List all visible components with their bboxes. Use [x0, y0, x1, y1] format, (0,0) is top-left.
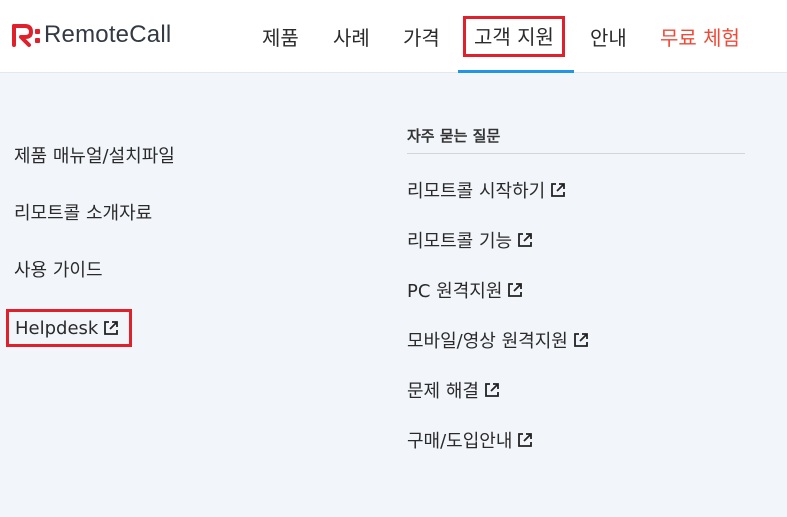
- faq-item-label: PC 원격지원: [407, 281, 503, 302]
- nav-customer-support-label: 고객 지원: [463, 16, 565, 57]
- logo-text: RemoteCall: [44, 21, 172, 48]
- faq-item-pc-remote-support[interactable]: PC 원격지원: [407, 277, 524, 303]
- external-link-icon: [483, 381, 501, 399]
- remotecall-logo-icon: [12, 22, 42, 48]
- faq-item-mobile-video-support[interactable]: 모바일/영상 원격지원: [407, 327, 590, 353]
- menu-item-manuals[interactable]: 제품 매뉴얼/설치파일: [14, 142, 175, 168]
- nav-cases-label: 사례: [333, 26, 370, 50]
- active-nav-underline: [458, 70, 574, 73]
- faq-item-label: 문제 해결: [407, 381, 479, 402]
- nav-free-trial[interactable]: 무료 체험: [660, 0, 740, 73]
- faq-item-label: 구매/도입안내: [407, 431, 513, 452]
- nav-guide-label: 안내: [590, 26, 627, 50]
- nav-products[interactable]: 제품: [262, 0, 299, 73]
- faq-item-purchase-guide[interactable]: 구매/도입안내: [407, 427, 534, 453]
- nav-pricing[interactable]: 가격: [403, 0, 440, 73]
- nav-pricing-label: 가격: [403, 26, 440, 50]
- external-link-icon: [549, 181, 567, 199]
- nav-products-label: 제품: [262, 26, 299, 50]
- menu-item-helpdesk-label: Helpdesk: [15, 317, 99, 339]
- nav-free-trial-label: 무료 체험: [660, 26, 740, 50]
- nav-customer-support[interactable]: 고객 지원: [463, 0, 565, 73]
- faq-item-label: 리모트콜 시작하기: [407, 181, 546, 202]
- faq-item-getting-started[interactable]: 리모트콜 시작하기: [407, 177, 567, 203]
- menu-item-helpdesk[interactable]: Helpdesk: [6, 309, 132, 347]
- faq-divider: [407, 153, 745, 154]
- remotecall-logo[interactable]: RemoteCall: [12, 20, 171, 50]
- faq-item-label: 리모트콜 기능: [407, 231, 513, 252]
- menu-item-user-guide[interactable]: 사용 가이드: [14, 256, 103, 282]
- external-link-icon: [516, 231, 534, 249]
- site-header: RemoteCall 제품 사례 가격 고객 지원 안내 무료 체험: [0, 0, 787, 73]
- nav-cases[interactable]: 사례: [333, 0, 370, 73]
- external-link-icon: [506, 281, 524, 299]
- faq-item-label: 모바일/영상 원격지원: [407, 331, 568, 352]
- faq-section-title: 자주 묻는 질문: [407, 127, 501, 145]
- menu-item-brochures[interactable]: 리모트콜 소개자료: [14, 199, 152, 225]
- external-link-icon: [102, 319, 120, 337]
- external-link-icon: [516, 431, 534, 449]
- faq-item-troubleshooting[interactable]: 문제 해결: [407, 377, 501, 403]
- faq-item-features[interactable]: 리모트콜 기능: [407, 227, 534, 253]
- nav-guide[interactable]: 안내: [590, 0, 627, 73]
- external-link-icon: [572, 331, 590, 349]
